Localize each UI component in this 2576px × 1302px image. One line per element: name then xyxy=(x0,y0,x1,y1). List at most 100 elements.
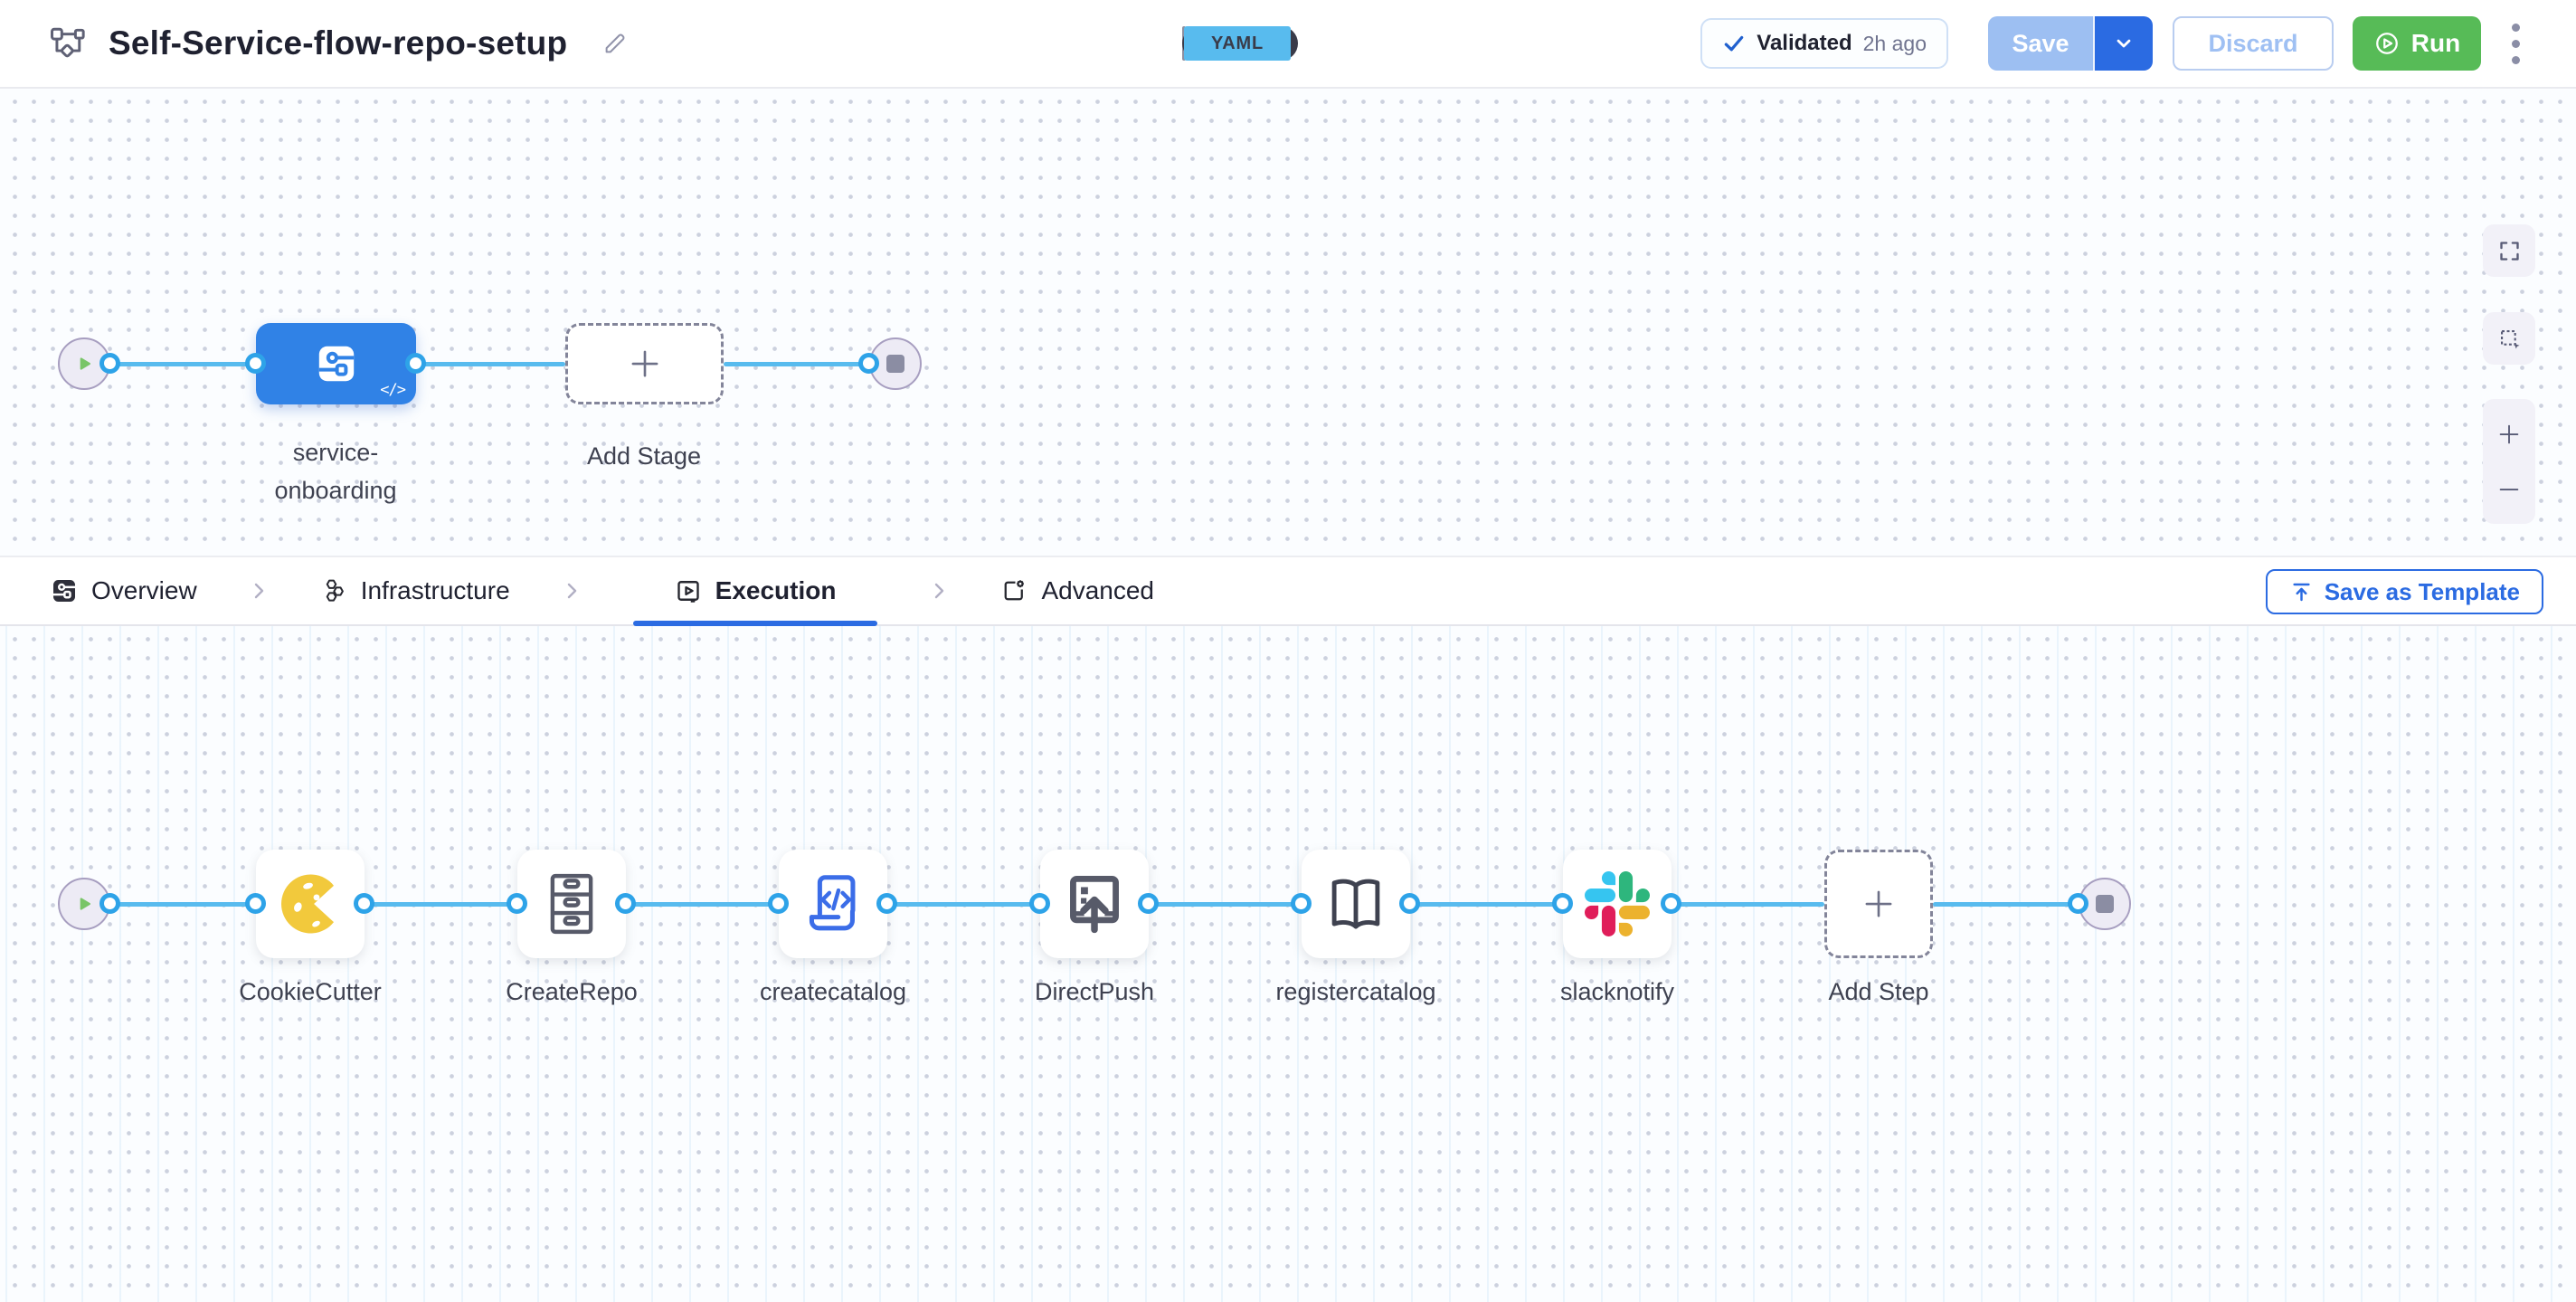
stage-node-service-onboarding[interactable]: </> xyxy=(256,323,416,404)
connector-port[interactable] xyxy=(1029,893,1050,914)
edit-title-button[interactable] xyxy=(598,26,632,61)
infrastructure-icon xyxy=(320,577,347,604)
connector-port[interactable] xyxy=(99,353,120,374)
step-node-cookiecutter[interactable] xyxy=(256,850,365,958)
brand-group: Self-Service-flow-repo-setup xyxy=(49,0,632,87)
code-badge: </> xyxy=(380,381,405,399)
zoom-controls xyxy=(2483,399,2535,524)
chevron-right-icon xyxy=(561,557,582,624)
upload-icon xyxy=(2289,580,2314,604)
visual-yaml-toggle: VISUAL YAML xyxy=(1182,26,1186,61)
connector-port[interactable] xyxy=(507,893,527,914)
step-node-registercatalog[interactable] xyxy=(1302,850,1410,958)
tab-label: Advanced xyxy=(1041,576,1154,605)
marquee-select-button[interactable] xyxy=(2483,312,2535,365)
stop-icon xyxy=(2096,895,2114,913)
tab-execution[interactable]: Execution xyxy=(633,557,878,624)
pipeline-flow-icon xyxy=(49,24,87,62)
tab-label: Execution xyxy=(715,576,837,605)
tab-advanced[interactable]: Advanced xyxy=(1000,557,1154,624)
discard-button[interactable]: Discard xyxy=(2173,16,2334,71)
connector-line xyxy=(365,902,517,907)
connector-line xyxy=(1933,902,2079,907)
createrepo-icon xyxy=(536,869,607,939)
directpush-icon xyxy=(1059,869,1130,939)
stop-icon xyxy=(886,355,904,373)
chevron-down-icon xyxy=(2112,32,2136,55)
connector-port[interactable] xyxy=(245,893,266,914)
connector-port[interactable] xyxy=(405,353,426,374)
toggle-yaml[interactable]: YAML xyxy=(1184,26,1291,61)
zoom-out-button[interactable] xyxy=(2490,475,2528,504)
save-button[interactable]: Save xyxy=(1988,16,2093,71)
plus-icon xyxy=(626,345,664,383)
chevron-right-icon xyxy=(248,557,270,624)
run-play-icon xyxy=(2373,30,2401,57)
connector-port[interactable] xyxy=(2068,893,2088,914)
save-as-template-button[interactable]: Save as Template xyxy=(2266,569,2543,614)
connector-port[interactable] xyxy=(1291,893,1312,914)
tab-infrastructure[interactable]: Infrastructure xyxy=(320,557,510,624)
connector-port[interactable] xyxy=(245,353,266,374)
createcatalog-icon xyxy=(798,869,868,939)
step-label: CreateRepo xyxy=(454,973,689,1011)
save-as-template-label: Save as Template xyxy=(2325,578,2520,606)
zoom-in-button[interactable] xyxy=(2490,420,2528,449)
connector-port[interactable] xyxy=(1399,893,1420,914)
overview-icon xyxy=(51,577,78,604)
step-node-createcatalog[interactable] xyxy=(779,850,887,958)
tabs-group: Overview Infrastructure Execution Advanced xyxy=(51,557,1205,624)
connector-port[interactable] xyxy=(1552,893,1573,914)
step-node-createrepo[interactable] xyxy=(517,850,626,958)
save-options-button[interactable] xyxy=(2093,16,2153,71)
slacknotify-icon xyxy=(1585,871,1650,936)
registercatalog-icon xyxy=(1321,869,1391,939)
save-split-button: Save xyxy=(1988,16,2153,71)
zoom-to-fit-button[interactable] xyxy=(2483,224,2535,277)
step-label: createcatalog xyxy=(715,973,951,1011)
connector-port[interactable] xyxy=(1661,893,1681,914)
connector-port[interactable] xyxy=(615,893,636,914)
connector-port[interactable] xyxy=(768,893,789,914)
connector-line xyxy=(416,362,565,366)
connector-line xyxy=(110,902,256,907)
add-stage-label: Add Stage xyxy=(554,437,734,475)
run-button[interactable]: Run xyxy=(2353,16,2481,71)
header-actions: Validated 2h ago Save Discard Run xyxy=(1700,0,2527,87)
header: Self-Service-flow-repo-setup VISUAL YAML… xyxy=(0,0,2576,89)
connector-line xyxy=(626,902,779,907)
play-icon xyxy=(70,349,99,378)
connector-port[interactable] xyxy=(876,893,897,914)
run-label: Run xyxy=(2411,29,2460,58)
step-label: DirectPush xyxy=(977,973,1212,1011)
tab-overview[interactable]: Overview xyxy=(51,557,197,624)
play-icon xyxy=(70,889,99,918)
step-node-directpush[interactable] xyxy=(1040,850,1149,958)
execution-canvas: CookieCutter CreateRepo createcatalog Direc… xyxy=(0,626,2576,1302)
validated-time: 2h ago xyxy=(1863,32,1927,56)
connector-line xyxy=(1149,902,1302,907)
stage-label: service-onboarding xyxy=(259,433,412,509)
connector-line xyxy=(887,902,1040,907)
connector-port[interactable] xyxy=(99,893,120,914)
step-node-slacknotify[interactable] xyxy=(1563,850,1672,958)
connector-port[interactable] xyxy=(354,893,374,914)
validated-badge[interactable]: Validated 2h ago xyxy=(1700,18,1948,69)
add-step-button[interactable] xyxy=(1824,850,1933,958)
step-label: CookieCutter xyxy=(193,973,428,1011)
add-stage-button[interactable] xyxy=(565,323,724,404)
stage-tab-bar: OverviewInfrastructureExecutionAdvanced … xyxy=(0,556,2576,626)
check-icon xyxy=(1722,32,1746,55)
cookiecutter-icon xyxy=(275,869,346,939)
connector-port[interactable] xyxy=(858,353,879,374)
step-label: registercatalog xyxy=(1238,973,1473,1011)
more-options-icon[interactable] xyxy=(2505,16,2527,71)
chevron-right-icon xyxy=(928,557,950,624)
step-label: slacknotify xyxy=(1500,973,1735,1011)
connector-line xyxy=(110,362,256,366)
connector-port[interactable] xyxy=(1138,893,1159,914)
connector-line xyxy=(724,362,869,366)
advanced-icon xyxy=(1000,577,1028,604)
tab-label: Overview xyxy=(91,576,197,605)
stage-canvas: </> service-onboarding Add Stage xyxy=(0,89,2576,556)
